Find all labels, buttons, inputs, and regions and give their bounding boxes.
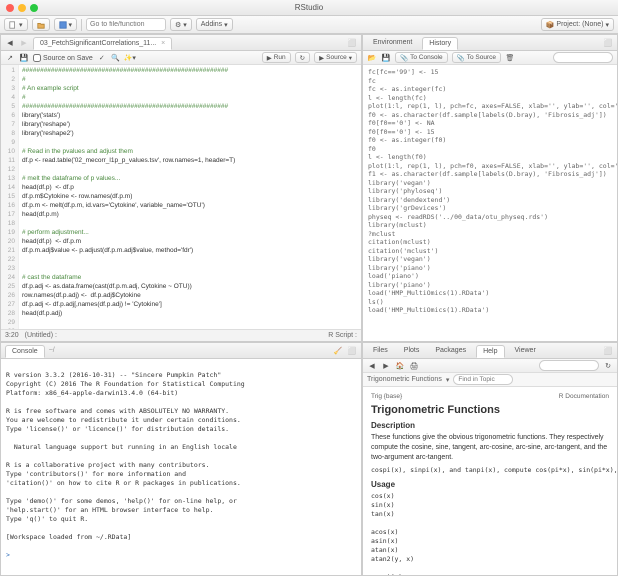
traffic-lights xyxy=(6,4,38,12)
print-icon[interactable]: 🖨 xyxy=(409,361,419,371)
source-subtoolbar: ↗ 💾 Source on Save ✓ 🔍 ✨▾ ▶ Run ↻ ▶ Sour… xyxy=(1,51,361,65)
project-menu[interactable]: 📦 Project: (None) ▾ xyxy=(541,18,614,31)
tab-plots[interactable]: Plots xyxy=(398,345,426,356)
help-desc2: cospi(x), sinpi(x), and tanpi(x), comput… xyxy=(371,466,609,475)
minimize-window-button[interactable] xyxy=(18,4,26,12)
help-h-usage: Usage xyxy=(371,480,609,489)
source-editor[interactable]: 1234567891011121314151617181920212223242… xyxy=(1,65,361,329)
console-path: ~/ xyxy=(49,347,55,354)
tab-console[interactable]: Console xyxy=(5,345,45,358)
forward-icon[interactable]: ▶ xyxy=(19,38,29,48)
tab-packages[interactable]: Packages xyxy=(429,345,472,356)
help-rdoc: R Documentation xyxy=(559,393,609,400)
new-file-button[interactable]: ▾ xyxy=(4,18,28,31)
maximize-icon[interactable]: ⬜ xyxy=(347,38,357,48)
help-content[interactable]: Trig {base} R Documentation Trigonometri… xyxy=(363,387,617,575)
source-tabs: ◀ ▶ 03_FetchSignificantCorrelations_11..… xyxy=(1,35,361,51)
help-pane: Files Plots Packages Help Viewer ⬜ ◀ ▶ 🏠… xyxy=(362,342,618,576)
env-tabs: Environment History ⬜ xyxy=(363,35,617,51)
load-history-icon[interactable]: 📂 xyxy=(367,53,377,63)
tab-files[interactable]: Files xyxy=(367,345,394,356)
environment-pane: Environment History ⬜ 📂 💾 📎 To Console 📎… xyxy=(362,34,618,342)
goto-input[interactable] xyxy=(86,18,166,31)
zoom-window-button[interactable] xyxy=(30,4,38,12)
help-breadcrumb: Trigonometric Functions ▾ xyxy=(363,373,617,387)
refresh-icon[interactable]: ↻ xyxy=(603,361,613,371)
rerun-button[interactable]: ↻ xyxy=(295,52,310,63)
history-toolbar: 📂 💾 📎 To Console 📎 To Source 🗑 xyxy=(363,51,617,65)
close-window-button[interactable] xyxy=(6,4,14,12)
tab-history[interactable]: History xyxy=(422,37,458,50)
save-button[interactable]: ▾ xyxy=(54,18,78,31)
breadcrumb-text[interactable]: Trigonometric Functions xyxy=(367,376,442,383)
source-statusbar: 3:20 (Untitled) : R Script : xyxy=(1,329,361,341)
close-tab-icon[interactable]: × xyxy=(161,40,165,47)
help-usage: cos(x) sin(x) tan(x) acos(x) asin(x) ata… xyxy=(371,492,609,575)
find-in-topic[interactable] xyxy=(453,374,513,385)
source-on-save-check[interactable]: Source on Save xyxy=(33,54,93,62)
source-pane: ◀ ▶ 03_FetchSignificantCorrelations_11..… xyxy=(0,34,362,342)
main-toolbar: ▾ ▾ ⚙ ▾ Addins ▾ 📦 Project: (None) ▾ xyxy=(0,16,618,34)
history-list[interactable]: fc[fc=='99'] <- 15 fc fc <- as.integer(f… xyxy=(363,65,617,341)
save-history-icon[interactable]: 💾 xyxy=(381,53,391,63)
find-icon[interactable]: 🔍 xyxy=(111,53,121,63)
open-file-button[interactable] xyxy=(32,18,50,31)
help-home-icon[interactable]: 🏠 xyxy=(395,361,405,371)
history-search[interactable] xyxy=(553,52,613,63)
run-button[interactable]: ▶ Run xyxy=(262,52,291,63)
help-h-desc: Description xyxy=(371,421,609,430)
console-tabs: Console ~/ 🧹 ⬜ xyxy=(1,343,361,359)
tab-environment[interactable]: Environment xyxy=(367,37,418,48)
tab-viewer[interactable]: Viewer xyxy=(509,345,542,356)
collapse-help-icon[interactable]: ⬜ xyxy=(603,346,613,356)
back-icon[interactable]: ◀ xyxy=(5,38,15,48)
help-desc: These functions give the obvious trigono… xyxy=(371,433,609,463)
window-title: RStudio xyxy=(295,3,323,12)
scope-label[interactable]: (Untitled) : xyxy=(25,332,57,339)
source-button[interactable]: ▶ Source ▾ xyxy=(314,52,357,63)
help-toolbar: ◀ ▶ 🏠 🖨 ↻ xyxy=(363,359,617,373)
spellcheck-icon[interactable]: ✓ xyxy=(97,53,107,63)
to-console-button[interactable]: 📎 To Console xyxy=(395,52,448,63)
wand-icon[interactable]: ✨▾ xyxy=(125,53,135,63)
help-title: Trigonometric Functions xyxy=(371,404,609,416)
popout-icon[interactable]: ↗ xyxy=(5,53,15,63)
help-forward-icon[interactable]: ▶ xyxy=(381,361,391,371)
addins-button[interactable]: Addins ▾ xyxy=(196,18,233,31)
file-type-label[interactable]: R Script : xyxy=(328,332,357,339)
help-search[interactable] xyxy=(539,360,599,371)
help-back-icon[interactable]: ◀ xyxy=(367,361,377,371)
collapse-console-icon[interactable]: ⬜ xyxy=(347,346,357,356)
source-tab[interactable]: 03_FetchSignificantCorrelations_11... × xyxy=(33,37,172,50)
tab-help[interactable]: Help xyxy=(476,345,504,358)
save-icon[interactable]: 💾 xyxy=(19,53,29,63)
clear-console-icon[interactable]: 🧹 xyxy=(333,346,343,356)
help-pkg: Trig {base} xyxy=(371,393,402,400)
window-titlebar: RStudio xyxy=(0,0,618,16)
clear-history-icon[interactable]: 🗑 xyxy=(505,53,515,63)
console-output[interactable]: R version 3.3.2 (2016-10-31) -- "Sincere… xyxy=(1,359,361,575)
collapse-icon[interactable]: ⬜ xyxy=(603,38,613,48)
help-tabs: Files Plots Packages Help Viewer ⬜ xyxy=(363,343,617,359)
to-source-button[interactable]: 📎 To Source xyxy=(452,52,501,63)
tools-button[interactable]: ⚙ ▾ xyxy=(170,18,192,31)
console-pane: Console ~/ 🧹 ⬜ R version 3.3.2 (2016-10-… xyxy=(0,342,362,576)
cursor-pos: 3:20 xyxy=(5,332,19,339)
